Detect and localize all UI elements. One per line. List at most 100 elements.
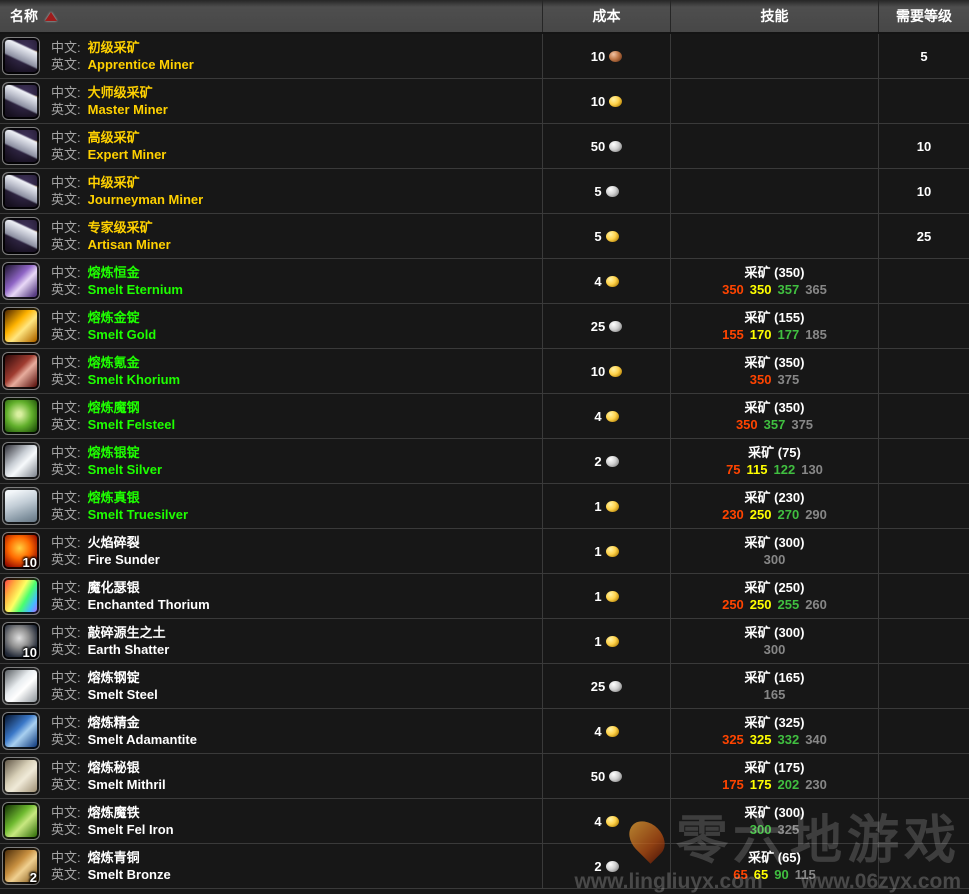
skill-breakpoint: 65 <box>754 867 768 882</box>
truesilver-bar-icon[interactable] <box>2 487 40 525</box>
name-cell: 中文:熔炼真银 英文:Smelt Truesilver <box>0 484 542 528</box>
cost-amount: 4 <box>594 724 601 739</box>
english-label: 英文: <box>51 192 81 207</box>
coin-icon <box>609 141 622 152</box>
skill-breakpoint: 300 <box>750 822 772 837</box>
recipe-name-chinese[interactable]: 熔炼魔钢 <box>88 400 140 415</box>
recipe-name-chinese[interactable]: 熔炼金锭 <box>88 310 140 325</box>
recipe-name-english[interactable]: Smelt Eternium <box>88 282 183 297</box>
recipe-name-english[interactable]: Smelt Felsteel <box>88 417 175 432</box>
recipe-name-chinese[interactable]: 熔炼恒金 <box>88 265 140 280</box>
enchanted-thorium-icon[interactable] <box>2 577 40 615</box>
skill-cell: 采矿 (325) 325325332340 <box>670 709 878 753</box>
recipe-name-chinese[interactable]: 敲碎源生之土 <box>88 625 166 640</box>
recipe-name-chinese[interactable]: 高级采矿 <box>88 130 140 145</box>
skill-cell <box>670 169 878 213</box>
cost-amount: 5 <box>594 184 601 199</box>
recipe-name-chinese[interactable]: 中级采矿 <box>88 175 140 190</box>
khorium-bar-icon[interactable] <box>2 352 40 390</box>
gold-bar-icon[interactable] <box>2 307 40 345</box>
mithril-bar-icon[interactable] <box>2 757 40 795</box>
recipe-name-english[interactable]: Fire Sunder <box>88 552 160 567</box>
recipe-name-english[interactable]: Master Miner <box>88 102 168 117</box>
steel-bar-icon[interactable] <box>2 667 40 705</box>
required-level-cell <box>878 844 969 888</box>
table-row: 中文:初级采矿 英文:Apprentice Miner 10 5 <box>0 34 969 79</box>
recipe-name-english[interactable]: Earth Shatter <box>88 642 170 657</box>
recipe-name-chinese[interactable]: 火焰碎裂 <box>88 535 140 550</box>
english-label: 英文: <box>51 237 81 252</box>
recipe-name-chinese[interactable]: 熔炼魔铁 <box>88 805 140 820</box>
table-row: 中文:熔炼钢锭 英文:Smelt Steel 25 采矿 (165) 165 <box>0 664 969 709</box>
recipe-name-chinese[interactable]: 熔炼银锭 <box>88 445 140 460</box>
recipe-name-chinese[interactable]: 熔炼青铜 <box>88 850 140 865</box>
column-header-name[interactable]: 名称 <box>0 0 542 32</box>
recipe-name-english[interactable]: Smelt Truesilver <box>88 507 188 522</box>
table-row: 中文:熔炼魔铁 英文:Smelt Fel Iron 4 采矿 (300) 300… <box>0 799 969 844</box>
recipe-name-english[interactable]: Smelt Bronze <box>88 867 171 882</box>
skill-cell: 采矿 (300) 300 <box>670 619 878 663</box>
cost-cell: 4 <box>542 259 670 303</box>
table-row: 中文:熔炼恒金 英文:Smelt Eternium 4 采矿 (350) 350… <box>0 259 969 304</box>
mining-pick-icon[interactable] <box>2 217 40 255</box>
icon-count-badge: 10 <box>23 645 37 660</box>
adamantite-bar-icon[interactable] <box>2 712 40 750</box>
recipe-name-english[interactable]: Expert Miner <box>88 147 167 162</box>
skill-title: 采矿 (175) <box>745 759 805 776</box>
cost-amount: 10 <box>591 94 605 109</box>
recipe-name-chinese[interactable]: 魔化瑟银 <box>88 580 140 595</box>
mining-pick-icon[interactable] <box>2 127 40 165</box>
fel-iron-chunk-icon[interactable] <box>2 802 40 840</box>
recipe-name-english[interactable]: Artisan Miner <box>88 237 171 252</box>
cost-cell: 10 <box>542 349 670 393</box>
eternium-bar-icon[interactable] <box>2 262 40 300</box>
earth-icon[interactable]: 10 <box>2 622 40 660</box>
column-header-skill[interactable]: 技能 <box>670 0 878 32</box>
bronze-bar-icon[interactable]: 2 <box>2 847 40 885</box>
silver-bar-icon[interactable] <box>2 442 40 480</box>
mining-pick-icon[interactable] <box>2 37 40 75</box>
recipe-name-english[interactable]: Smelt Adamantite <box>88 732 197 747</box>
recipe-name-chinese[interactable]: 熔炼秘银 <box>88 760 140 775</box>
recipe-name-english[interactable]: Smelt Fel Iron <box>88 822 174 837</box>
recipe-name-chinese[interactable]: 熔炼氪金 <box>88 355 140 370</box>
chinese-label: 中文: <box>51 625 81 640</box>
required-level-cell <box>878 304 969 348</box>
recipe-name-chinese[interactable]: 初级采矿 <box>88 40 140 55</box>
recipe-name-english[interactable]: Journeyman Miner <box>88 192 204 207</box>
skill-cell: 采矿 (165) 165 <box>670 664 878 708</box>
skill-cell <box>670 214 878 258</box>
column-header-required-level[interactable]: 需要等级 <box>878 0 969 32</box>
recipe-names: 中文:敲碎源生之土 英文:Earth Shatter <box>51 624 169 658</box>
recipe-name-english[interactable]: Smelt Silver <box>88 462 162 477</box>
recipe-name-chinese[interactable]: 熔炼精金 <box>88 715 140 730</box>
required-level-cell <box>878 529 969 573</box>
required-level-cell <box>878 619 969 663</box>
recipe-name-chinese[interactable]: 熔炼钢锭 <box>88 670 140 685</box>
recipe-name-chinese[interactable]: 熔炼真银 <box>88 490 140 505</box>
mining-pick-icon[interactable] <box>2 172 40 210</box>
mining-pick-icon[interactable] <box>2 82 40 120</box>
table-row: 中文:高级采矿 英文:Expert Miner 50 10 <box>0 124 969 169</box>
recipe-name-english[interactable]: Smelt Khorium <box>88 372 180 387</box>
recipe-name-english[interactable]: Smelt Mithril <box>88 777 166 792</box>
recipe-name-english[interactable]: Enchanted Thorium <box>88 597 210 612</box>
recipe-name-english[interactable]: Smelt Gold <box>88 327 157 342</box>
required-level-cell <box>878 394 969 438</box>
recipe-name-english[interactable]: Apprentice Miner <box>88 57 194 72</box>
required-level-cell <box>878 349 969 393</box>
recipe-name-chinese[interactable]: 专家级采矿 <box>88 220 153 235</box>
required-level-value: 10 <box>917 184 931 199</box>
icon-count-badge: 10 <box>23 555 37 570</box>
recipe-name-english[interactable]: Smelt Steel <box>88 687 158 702</box>
skill-breakpoint: 250 <box>722 597 744 612</box>
fire-icon[interactable]: 10 <box>2 532 40 570</box>
skill-breakpoint: 65 <box>733 867 747 882</box>
table-row: 10 中文:火焰碎裂 英文:Fire Sunder 1 采矿 (300) 300 <box>0 529 969 574</box>
felsteel-bar-icon[interactable] <box>2 397 40 435</box>
column-header-cost[interactable]: 成本 <box>542 0 670 32</box>
english-label: 英文: <box>51 597 81 612</box>
name-cell: 中文:熔炼精金 英文:Smelt Adamantite <box>0 709 542 753</box>
recipe-name-chinese[interactable]: 大师级采矿 <box>88 85 153 100</box>
table-row: 10 中文:敲碎源生之土 英文:Earth Shatter 1 采矿 (300)… <box>0 619 969 664</box>
